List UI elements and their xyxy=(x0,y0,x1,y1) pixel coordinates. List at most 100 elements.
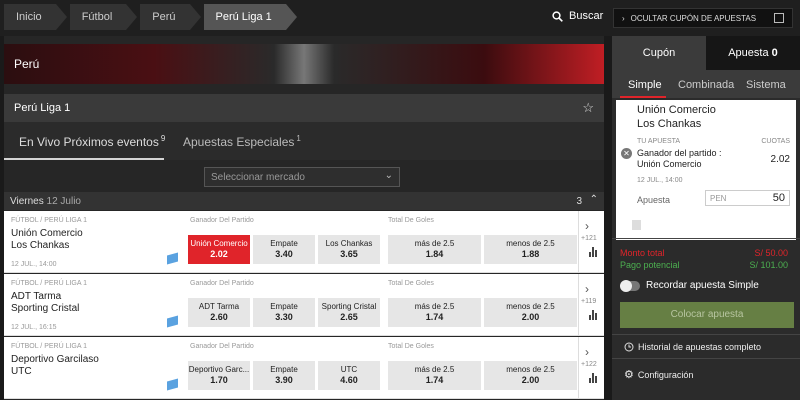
search-icon xyxy=(552,10,563,22)
event-info[interactable]: FÚTBOL / PERÚ LIGA 1 Unión Comercio Los … xyxy=(4,211,186,272)
home-team: Deportivo Garcilaso xyxy=(11,354,99,365)
market-label-winner: Ganador Del Partido xyxy=(190,217,254,224)
odd-button-draw[interactable]: Empate 3.30 xyxy=(253,298,315,327)
odd-value: 3.40 xyxy=(275,249,293,259)
event-info[interactable]: FÚTBOL / PERÚ LIGA 1 Deportivo Garcilaso… xyxy=(4,337,186,398)
chevron-right-icon: › xyxy=(585,282,589,296)
tab-bet-label: Apuesta xyxy=(728,47,769,59)
odd-button-away[interactable]: Los Chankas 3.65 xyxy=(318,235,380,264)
market-label-goals: Total De Goles xyxy=(388,217,434,224)
settings-link[interactable]: ⚙ Configuración xyxy=(624,368,693,381)
odd-name: más de 2.5 xyxy=(414,365,455,374)
odd-value: 2.00 xyxy=(521,375,540,385)
market-select[interactable]: Seleccionar mercado ⌄ xyxy=(204,167,400,187)
odd-name: menos de 2.5 xyxy=(506,302,555,311)
breadcrumb-item-futbol[interactable]: Fútbol xyxy=(69,4,137,30)
more-markets[interactable]: › +119 xyxy=(578,274,604,335)
bet-type-system[interactable]: Sistema xyxy=(746,79,786,91)
more-markets[interactable]: › +121 xyxy=(578,211,604,272)
home-team: Unión Comercio xyxy=(11,228,83,239)
hide-coupon-button[interactable]: › OCULTAR CUPÓN DE APUESTAS xyxy=(613,8,793,28)
odd-value: 2.65 xyxy=(340,312,358,322)
odd-button-away[interactable]: Sporting Cristal 2.65 xyxy=(318,298,380,327)
trash-icon xyxy=(632,220,642,230)
odd-value: 1.70 xyxy=(210,375,228,385)
potential-label: Pago potencial xyxy=(620,260,680,270)
bet-type-combined[interactable]: Combinada xyxy=(678,79,734,91)
star-icon[interactable]: ☆ xyxy=(582,100,594,116)
odd-button-draw[interactable]: Empate 3.40 xyxy=(253,235,315,264)
odd-button-away[interactable]: UTC 4.60 xyxy=(318,361,380,390)
active-tab-indicator xyxy=(4,158,164,160)
place-bet-button[interactable]: Colocar apuesta xyxy=(620,302,794,328)
away-team: UTC xyxy=(11,366,32,377)
away-team: Los Chankas xyxy=(11,240,70,251)
tab-label: Apuestas Especiales xyxy=(183,135,295,149)
odd-value: 2.60 xyxy=(210,312,228,322)
slip-home-team: Unión Comercio xyxy=(637,104,716,116)
tab-live-upcoming[interactable]: En Vivo Próximos eventos 9 xyxy=(19,134,165,149)
breadcrumb-item-peru-liga-1[interactable]: Perú Liga 1 xyxy=(203,4,298,30)
odd-button-under[interactable]: menos de 2.5 1.88 xyxy=(484,235,577,264)
event-date: 12 JUL., 14:00 xyxy=(11,261,57,268)
league-title: Perú Liga 1 xyxy=(14,102,71,114)
market-label-winner: Ganador Del Partido xyxy=(190,280,254,287)
event-category: FÚTBOL / PERÚ LIGA 1 xyxy=(11,217,87,224)
event-tabs: En Vivo Próximos eventos 9 Apuestas Espec… xyxy=(4,122,604,160)
stats-icon[interactable] xyxy=(589,247,599,257)
delete-all-button[interactable]: Eliminar todas las selecciones xyxy=(612,220,800,232)
event-row: FÚTBOL / PERÚ LIGA 1 Unión Comercio Los … xyxy=(4,211,604,273)
odd-value: 3.90 xyxy=(275,375,293,385)
odd-name: menos de 2.5 xyxy=(506,239,555,248)
chevron-up-icon[interactable]: ⌃ xyxy=(590,194,598,205)
tab-label: En Vivo Próximos eventos xyxy=(19,135,159,149)
divider xyxy=(612,238,800,239)
odd-button-home[interactable]: Unión Comercio 2.02 xyxy=(188,235,250,264)
odd-name: Empate xyxy=(270,239,298,248)
odd-button-over[interactable]: más de 2.5 1.84 xyxy=(388,235,481,264)
toggle-icon[interactable] xyxy=(620,280,640,292)
odd-button-draw[interactable]: Empate 3.90 xyxy=(253,361,315,390)
stake-input[interactable]: PEN 50 xyxy=(705,190,790,206)
tab-coupon[interactable]: Cupón xyxy=(612,36,706,70)
more-markets-count: +122 xyxy=(581,361,597,368)
slip-date: 12 JUL., 14:00 xyxy=(637,177,683,184)
stats-icon[interactable] xyxy=(589,373,599,383)
settings-label: Configuración xyxy=(637,369,694,380)
tab-special-bets[interactable]: Apuestas Especiales 1 xyxy=(183,134,301,149)
more-markets[interactable]: › +122 xyxy=(578,337,604,398)
bet-type-simple[interactable]: Simple xyxy=(628,79,662,91)
odd-button-over[interactable]: más de 2.5 1.74 xyxy=(388,298,481,327)
slip-away-team: Los Chankas xyxy=(637,118,702,130)
day-header[interactable]: Viernes 12 Julio 3 ⌃ xyxy=(4,192,604,210)
cube-icon xyxy=(167,315,178,328)
event-info[interactable]: FÚTBOL / PERÚ LIGA 1 ADT Tarma Sporting … xyxy=(4,274,186,335)
breadcrumb-item-peru[interactable]: Perú xyxy=(140,4,201,30)
tab-bet[interactable]: Apuesta 0 xyxy=(706,36,800,70)
cube-icon xyxy=(167,378,178,391)
odd-name: Deportivo Garc... xyxy=(188,365,250,374)
calculator-icon[interactable] xyxy=(774,13,784,23)
odd-button-over[interactable]: más de 2.5 1.74 xyxy=(388,361,481,390)
gear-icon: ⚙ xyxy=(624,369,634,381)
odd-button-home[interactable]: ADT Tarma 2.60 xyxy=(188,298,250,327)
odd-button-home[interactable]: Deportivo Garc... 1.70 xyxy=(188,361,250,390)
event-category: FÚTBOL / PERÚ LIGA 1 xyxy=(11,343,87,350)
odd-value: 1.88 xyxy=(521,249,540,259)
more-markets-count: +121 xyxy=(581,235,597,242)
bet-history-link[interactable]: Historial de apuestas completo xyxy=(624,342,761,352)
odd-value: 1.84 xyxy=(425,249,444,259)
odd-button-under[interactable]: menos de 2.5 2.00 xyxy=(484,298,577,327)
delete-all-label: Eliminar todas las selecciones xyxy=(646,221,780,232)
chevron-right-icon: › xyxy=(585,219,589,233)
odd-button-under[interactable]: menos de 2.5 2.00 xyxy=(484,361,577,390)
close-icon[interactable]: ✕ xyxy=(621,148,632,159)
slip-selection: Ganador del partido : Unión Comercio xyxy=(637,148,722,169)
search-button[interactable]: Buscar xyxy=(552,10,603,22)
day-event-count: 3 xyxy=(576,196,582,207)
breadcrumb-item-inicio[interactable]: Inicio xyxy=(4,4,67,30)
stats-icon[interactable] xyxy=(589,310,599,320)
odd-name: Sporting Cristal xyxy=(321,302,377,311)
odd-value: 3.65 xyxy=(340,249,358,259)
away-team: Sporting Cristal xyxy=(11,303,80,314)
